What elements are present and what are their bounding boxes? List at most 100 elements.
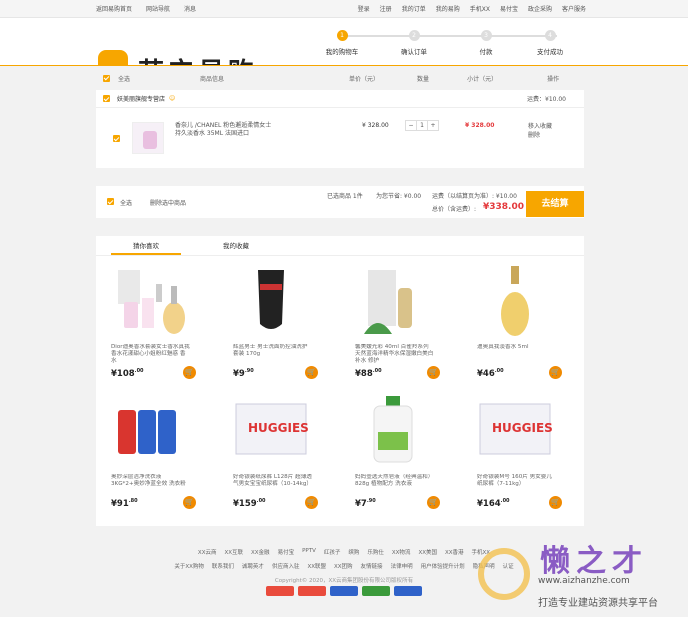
add-to-cart-icon[interactable]: 🛒 bbox=[183, 496, 196, 509]
add-to-cart-icon[interactable]: 🛒 bbox=[549, 496, 562, 509]
login-link[interactable]: 登录 bbox=[358, 4, 370, 13]
item-ops: 移入收藏 删除 bbox=[528, 122, 552, 140]
product-desc[interactable]: 辉蓝男士 男士洗面奶控油洗护套装 170g bbox=[233, 344, 313, 366]
footer-link[interactable]: XX香港 bbox=[445, 548, 464, 556]
service-link[interactable]: 客户服务 bbox=[562, 4, 586, 13]
footer-link[interactable]: XX物流 bbox=[392, 548, 411, 556]
footer-link[interactable]: XX互联 bbox=[224, 548, 243, 556]
product-card[interactable]: HUGGIES 好奇银装纸尿裤 L128片 超薄透气男女宝宝纸尿裤（10-14k… bbox=[218, 388, 324, 512]
product-price: ¥159.00 bbox=[233, 498, 266, 509]
product-image[interactable] bbox=[104, 392, 194, 474]
checkout-steps: 1 我的购物车 2 确认订单 3 付款 4 支付成功 bbox=[315, 30, 585, 64]
qty-minus-button[interactable]: − bbox=[406, 121, 416, 130]
summary-select-all-checkbox[interactable] bbox=[107, 198, 114, 205]
product-image[interactable] bbox=[348, 392, 438, 474]
add-to-cart-icon[interactable]: 🛒 bbox=[427, 496, 440, 509]
trust-badge-icon[interactable] bbox=[362, 586, 390, 596]
enterprise-link[interactable]: 政企采购 bbox=[528, 4, 552, 13]
product-image[interactable]: HUGGIES bbox=[226, 392, 316, 474]
pay-link[interactable]: 易付宝 bbox=[500, 4, 518, 13]
add-to-cart-icon[interactable]: 🛒 bbox=[427, 366, 440, 379]
trust-badge-icon[interactable] bbox=[298, 586, 326, 596]
home-link[interactable]: 返回易购首页 bbox=[96, 4, 132, 13]
product-desc[interactable]: 迪奥真我淡香水 5ml bbox=[477, 344, 557, 366]
footer-link[interactable]: 易付宝 bbox=[278, 548, 295, 556]
select-all-checkbox[interactable] bbox=[103, 74, 110, 82]
product-card[interactable]: 妈妈壹选天然皂液（经典温和）828g 植物配方 洗衣液 ¥7.90 🛒 bbox=[340, 388, 446, 512]
tab-my-favorites[interactable]: 我的收藏 bbox=[201, 236, 271, 255]
product-card[interactable]: HUGGIES 好奇银装M号 160片 男女婴儿纸尿裤（7-11kg） ¥164… bbox=[462, 388, 568, 512]
register-link[interactable]: 注册 bbox=[380, 4, 392, 13]
footer-link[interactable]: 用户体验提升计划 bbox=[421, 562, 465, 570]
product-desc[interactable]: 妈妈壹选天然皂液（经典温和）828g 植物配方 洗衣液 bbox=[355, 474, 435, 496]
footer-link[interactable]: 红孩子 bbox=[324, 548, 341, 556]
watermark-url: www.aizhanzhe.com bbox=[538, 576, 630, 586]
my-orders-link[interactable]: 我的订单 bbox=[402, 4, 426, 13]
product-card[interactable]: 辉蓝男士 男士洗面奶控油洗护套装 170g ¥9.90 🛒 bbox=[218, 258, 324, 382]
product-desc[interactable]: 好奇银装M号 160片 男女婴儿纸尿裤（7-11kg） bbox=[477, 474, 557, 496]
delete-selected-link[interactable]: 删除选中商品 bbox=[150, 198, 186, 207]
footer-link[interactable]: XX云商 bbox=[198, 548, 217, 556]
product-price: ¥88.00 bbox=[355, 368, 382, 379]
footer-link[interactable]: 乐购仕 bbox=[367, 548, 384, 556]
qty-input[interactable]: 1 bbox=[416, 121, 428, 130]
site-logo[interactable]: 苏宁易购 bbox=[96, 50, 296, 66]
product-image[interactable] bbox=[348, 262, 438, 344]
store-name[interactable]: 妖美丽旗舰专营店 bbox=[117, 94, 165, 103]
mobile-link[interactable]: 手机XX bbox=[470, 4, 490, 13]
footer-link[interactable]: XX金融 bbox=[251, 548, 270, 556]
message-link[interactable]: 消息 bbox=[184, 4, 196, 13]
footer-link[interactable]: XX美国 bbox=[418, 548, 437, 556]
product-image[interactable] bbox=[470, 262, 560, 344]
product-image[interactable] bbox=[226, 262, 316, 344]
delete-item-link[interactable]: 删除 bbox=[528, 131, 552, 140]
step-number: 3 bbox=[480, 30, 492, 41]
item-image[interactable] bbox=[132, 122, 164, 154]
add-to-cart-icon[interactable]: 🛒 bbox=[305, 496, 318, 509]
footer-link[interactable]: 联系我们 bbox=[212, 562, 234, 570]
store-shipping: 运费：¥10.00 bbox=[527, 96, 566, 103]
store-chat-icon[interactable]: ☺ bbox=[169, 95, 175, 102]
move-to-favorites-link[interactable]: 移入收藏 bbox=[528, 122, 552, 131]
product-card[interactable]: 馨美嫒光彩 40ml 百雀羚系列 天然蓝海洋精华水保湿嫩白美白 补水 修护 ¥8… bbox=[340, 258, 446, 382]
add-to-cart-icon[interactable]: 🛒 bbox=[305, 366, 318, 379]
product-image[interactable] bbox=[104, 262, 194, 344]
my-account-link[interactable]: 我的易购 bbox=[436, 4, 460, 13]
trust-badge-icon[interactable] bbox=[330, 586, 358, 596]
footer-link[interactable]: 关于XX购物 bbox=[174, 562, 204, 570]
product-card[interactable]: 奥妙深层洁净洗衣液 3KG*2+奥妙净蓝全效 洗衣粉 ¥91.80 🛒 bbox=[96, 388, 202, 512]
select-all-label: 全选 bbox=[118, 75, 131, 83]
product-desc[interactable]: 好奇银装纸尿裤 L128片 超薄透气男女宝宝纸尿裤（10-14kg） bbox=[233, 474, 313, 496]
product-desc[interactable]: 奥妙深层洁净洗衣液 3KG*2+奥妙净蓝全效 洗衣粉 bbox=[111, 474, 191, 496]
trust-badge-icon[interactable] bbox=[394, 586, 422, 596]
item-checkbox[interactable] bbox=[113, 135, 120, 142]
footer-link[interactable]: 缤购 bbox=[348, 548, 359, 556]
qty-plus-button[interactable]: + bbox=[428, 121, 438, 130]
product-price: ¥9.90 bbox=[233, 368, 254, 379]
svg-text:HUGGIES: HUGGIES bbox=[492, 421, 553, 435]
product-price: ¥7.90 bbox=[355, 498, 376, 509]
item-title[interactable]: 香奈儿 /CHANEL 粉色邂逅柔情女士持久淡香水 35ML 法国进口 bbox=[175, 122, 273, 138]
product-desc[interactable]: 馨美嫒光彩 40ml 百雀羚系列 天然蓝海洋精华水保湿嫩白美白 补水 修护 bbox=[355, 344, 435, 366]
footer-link[interactable]: PPTV bbox=[302, 548, 316, 556]
footer-link[interactable]: XX团购 bbox=[334, 562, 353, 570]
footer-link[interactable]: 供应商入驻 bbox=[272, 562, 300, 570]
product-card[interactable]: 迪奥真我淡香水 5ml ¥46.00 🛒 bbox=[462, 258, 568, 382]
topbar-left: 返回易购首页 网站导航 消息 bbox=[96, 4, 196, 13]
checkout-button[interactable]: 去结算 bbox=[526, 191, 584, 217]
product-card[interactable]: Dior迪奥香水套装女士香水真我香水花漾甜心小姐粉红魅惑 香水 ¥108.00 … bbox=[96, 258, 202, 382]
site-nav-link[interactable]: 网站导航 bbox=[146, 4, 170, 13]
footer-link[interactable]: XX联盟 bbox=[307, 562, 326, 570]
col-operation: 操作 bbox=[547, 75, 560, 83]
trust-badge-icon[interactable] bbox=[266, 586, 294, 596]
add-to-cart-icon[interactable]: 🛒 bbox=[549, 366, 562, 379]
footer-link[interactable]: 友情链接 bbox=[361, 562, 383, 570]
store-checkbox[interactable] bbox=[103, 95, 110, 102]
recommendations: 猜你喜欢 我的收藏 Dior迪奥香水套装女士香水真我香水花漾甜心小姐粉红魅惑 香… bbox=[96, 236, 584, 526]
tab-guess-you-like[interactable]: 猜你喜欢 bbox=[111, 236, 181, 255]
product-desc[interactable]: Dior迪奥香水套装女士香水真我香水花漾甜心小姐粉红魅惑 香水 bbox=[111, 344, 191, 366]
footer-link[interactable]: 法律申明 bbox=[391, 562, 413, 570]
product-image[interactable]: HUGGIES bbox=[470, 392, 560, 474]
footer-link[interactable]: 诚聘英才 bbox=[242, 562, 264, 570]
add-to-cart-icon[interactable]: 🛒 bbox=[183, 366, 196, 379]
